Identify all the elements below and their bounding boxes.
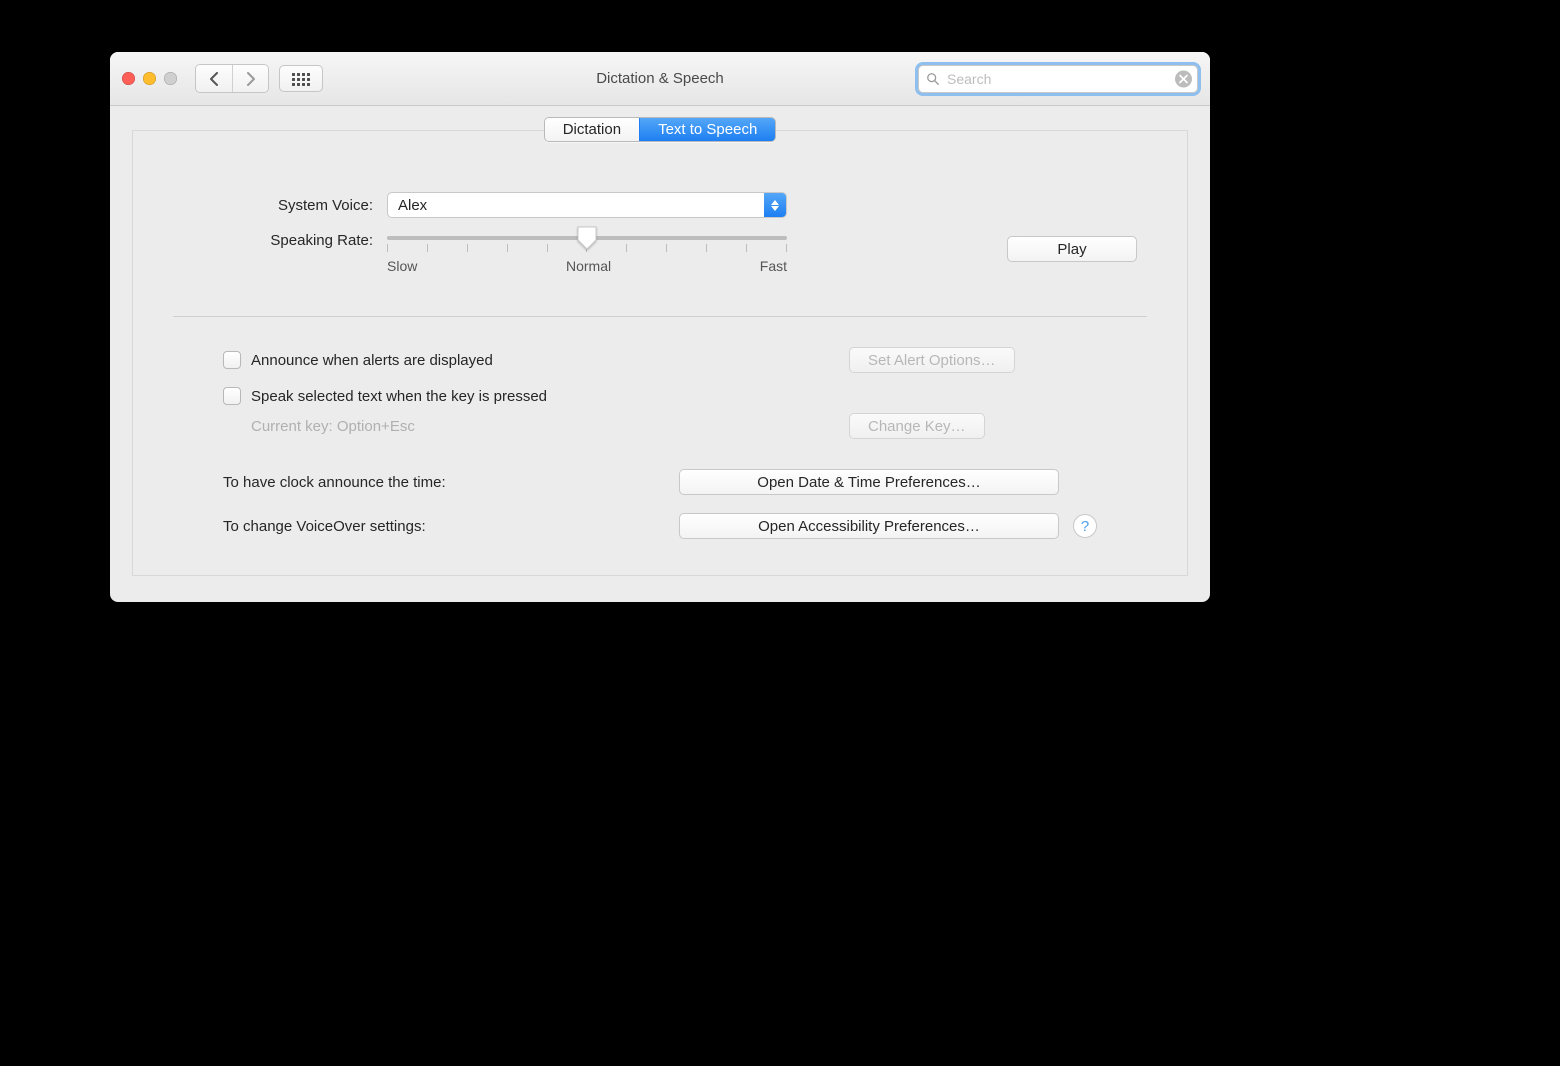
chevron-left-icon — [210, 72, 219, 86]
select-arrows-icon — [764, 193, 786, 217]
show-all-button[interactable] — [279, 65, 323, 92]
close-button[interactable] — [122, 72, 135, 85]
speaking-rate-slider[interactable]: Slow Normal Fast — [387, 236, 787, 274]
tab-segment: Dictation Text to Speech — [544, 117, 777, 142]
tab-text-to-speech[interactable]: Text to Speech — [639, 118, 775, 141]
minimize-button[interactable] — [143, 72, 156, 85]
speaking-rate-row: Speaking Rate: Slow Normal — [183, 236, 1137, 274]
settings-panel: Dictation Text to Speech System Voice: A… — [132, 130, 1188, 576]
titlebar: Dictation & Speech — [110, 52, 1210, 106]
play-button[interactable]: Play — [1007, 236, 1137, 262]
slider-labels: Slow Normal Fast — [387, 258, 787, 274]
speaking-rate-label: Speaking Rate: — [183, 232, 373, 249]
speak-selected-checkbox[interactable] — [223, 387, 241, 405]
tab-dictation[interactable]: Dictation — [545, 118, 639, 141]
chevron-right-icon — [246, 72, 255, 86]
system-voice-label: System Voice: — [183, 197, 373, 214]
help-button[interactable]: ? — [1073, 514, 1097, 538]
content-area: Dictation Text to Speech System Voice: A… — [110, 106, 1210, 602]
fast-label: Fast — [760, 258, 787, 274]
system-voice-select[interactable]: Alex — [387, 192, 787, 218]
divider — [173, 316, 1147, 317]
announce-alerts-row: Announce when alerts are displayed Set A… — [223, 347, 1097, 373]
announce-alerts-checkbox[interactable] — [223, 351, 241, 369]
back-button[interactable] — [196, 65, 232, 92]
system-voice-row: System Voice: Alex — [183, 192, 1137, 218]
open-accessibility-button[interactable]: Open Accessibility Preferences… — [679, 513, 1059, 539]
grid-icon — [292, 73, 310, 85]
x-icon — [1179, 74, 1188, 83]
search-input[interactable] — [918, 65, 1198, 93]
change-key-button: Change Key… — [849, 413, 985, 439]
traffic-lights — [122, 72, 177, 85]
current-key-row: Current key: Option+Esc Change Key… — [223, 413, 1097, 439]
search-field-wrap — [918, 65, 1198, 93]
preferences-window: Dictation & Speech Dictation Text to Spe… — [110, 52, 1210, 602]
voiceover-label: To change VoiceOver settings: — [223, 518, 679, 535]
set-alert-options-button: Set Alert Options… — [849, 347, 1015, 373]
voiceover-row: To change VoiceOver settings: Open Acces… — [223, 513, 1097, 539]
system-voice-value: Alex — [398, 197, 427, 214]
clock-row: To have clock announce the time: Open Da… — [223, 469, 1097, 495]
announce-alerts-label: Announce when alerts are displayed — [251, 352, 493, 369]
zoom-button — [164, 72, 177, 85]
slow-label: Slow — [387, 258, 417, 274]
nav-segment — [195, 64, 269, 93]
clock-label: To have clock announce the time: — [223, 474, 679, 491]
forward-button[interactable] — [232, 65, 268, 92]
open-date-time-button[interactable]: Open Date & Time Preferences… — [679, 469, 1059, 495]
current-key-text: Current key: Option+Esc — [223, 418, 415, 435]
slider-knob[interactable] — [577, 226, 597, 250]
speak-selected-row: Speak selected text when the key is pres… — [223, 387, 1097, 405]
clear-search-button[interactable] — [1175, 70, 1192, 87]
speak-selected-label: Speak selected text when the key is pres… — [251, 388, 547, 405]
normal-label: Normal — [566, 258, 611, 274]
search-icon — [926, 72, 940, 86]
